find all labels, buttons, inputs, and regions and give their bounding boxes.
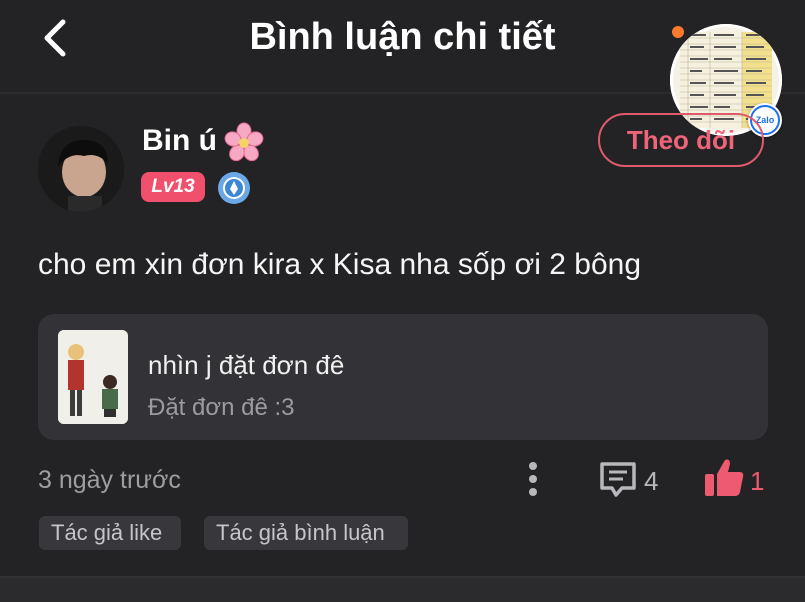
- comment-icon[interactable]: [598, 460, 638, 498]
- comment-text: cho em xin đơn kira x Kisa nha sốp ơi 2 …: [38, 248, 642, 281]
- tag-author-commented: Tác giả bình luận: [204, 516, 408, 550]
- notification-dot: [672, 26, 684, 38]
- author-name[interactable]: Bin ú: [142, 124, 217, 158]
- more-vertical-icon[interactable]: [524, 460, 542, 498]
- shield-badge-icon: [218, 172, 250, 204]
- level-badge: Lv13: [141, 172, 205, 202]
- section-divider: [0, 576, 805, 602]
- tag-author-liked: Tác giả like: [39, 516, 181, 550]
- comment-timestamp: 3 ngày trước: [38, 466, 181, 494]
- avatar[interactable]: [38, 126, 124, 212]
- follow-button[interactable]: Theo dõi: [598, 113, 764, 167]
- like-count: 1: [750, 466, 765, 496]
- avatar-image: [38, 126, 124, 212]
- post-title: nhìn j đặt đơn đê: [148, 350, 345, 380]
- thumbs-up-icon[interactable]: [703, 456, 745, 498]
- post-thumbnail: [58, 330, 128, 424]
- cherry-blossom-icon: [224, 122, 264, 162]
- linked-post-card[interactable]: nhìn j đặt đơn đê Đặt đơn đê :3: [38, 314, 768, 440]
- comment-count: 4: [644, 466, 659, 496]
- post-subtitle: Đặt đơn đê :3: [148, 394, 295, 421]
